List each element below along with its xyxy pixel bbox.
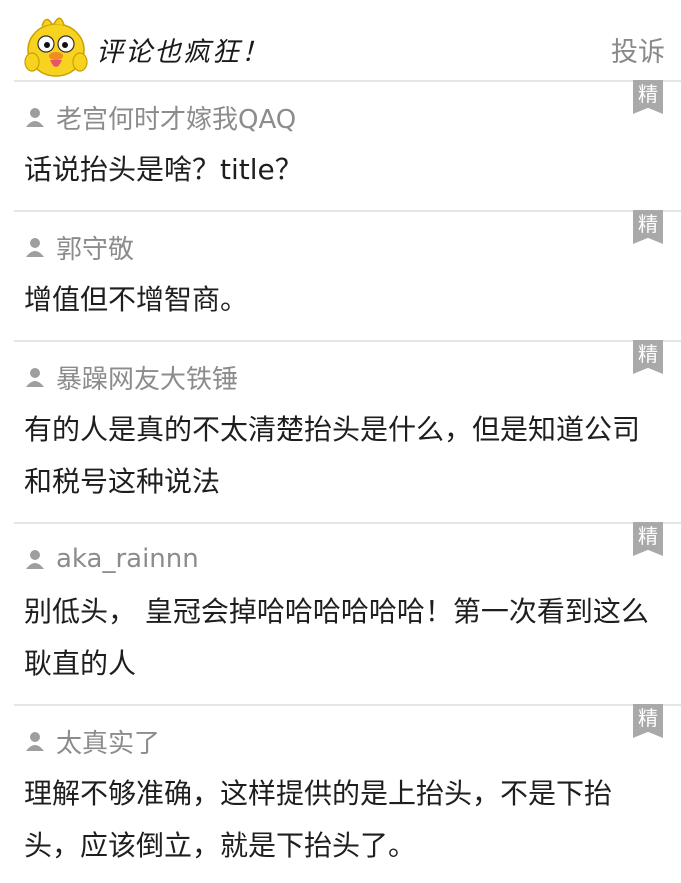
comment-text: 话说抬头是啥？title？ — [24, 153, 303, 186]
header-title: 评论也疯狂！ — [96, 37, 270, 68]
user-icon — [26, 238, 44, 257]
user-icon — [26, 732, 44, 751]
comment-author[interactable]: 郭守敬 — [56, 229, 134, 266]
comment-author[interactable]: 太真实了 — [56, 723, 160, 760]
yellow-chick-mascot-icon — [24, 17, 88, 77]
featured-badge: 精 — [633, 704, 663, 738]
featured-badge: 精 — [633, 210, 663, 244]
user-icon — [26, 368, 44, 387]
comment-item: 精 老宫何时才嫁我QAQ 话说抬头是啥？title？ — [14, 80, 681, 212]
comment-text: 有的人是真的不太清楚抬头是什么，但是知道公司和税号这种说法 — [24, 413, 641, 498]
comment-item: 精 aka_rainnn 别低头， 皇冠会掉哈哈哈哈哈哈！第一次看到这么耿直的人 — [14, 522, 681, 706]
comment-item: 精 郭守敬 增值但不增智商。 — [14, 210, 681, 342]
comment-text: 增值但不增智商。 — [24, 283, 249, 316]
comment-text: 别低头， 皇冠会掉哈哈哈哈哈哈！第一次看到这么耿直的人 — [24, 595, 649, 680]
comment-author-row: 太真实了 — [24, 723, 160, 760]
comment-author[interactable]: 老宫何时才嫁我QAQ — [56, 99, 296, 136]
comment-author[interactable]: 暴躁网友大铁锤 — [56, 359, 238, 396]
comment-author-row: aka_rainnn — [24, 542, 199, 576]
comment-item: 精 太真实了 理解不够准确，这样提供的是上抬头，不是下抬头，应该倒立，就是下抬头… — [14, 704, 681, 883]
comments-header: 评论也疯狂！ 投诉 — [0, 0, 681, 80]
comment-author-row: 暴躁网友大铁锤 — [24, 359, 238, 396]
user-icon — [26, 550, 44, 569]
comment-author-row: 郭守敬 — [24, 229, 134, 266]
featured-badge: 精 — [633, 80, 663, 114]
comment-text: 理解不够准确，这样提供的是上抬头，不是下抬头，应该倒立，就是下抬头了。 — [24, 777, 613, 862]
comment-author-row: 老宫何时才嫁我QAQ — [24, 99, 296, 136]
featured-badge: 精 — [633, 522, 663, 556]
comment-author[interactable]: aka_rainnn — [56, 544, 199, 574]
report-link[interactable]: 投诉 — [611, 30, 665, 69]
user-icon — [26, 108, 44, 127]
featured-badge: 精 — [633, 340, 663, 374]
comment-item: 精 暴躁网友大铁锤 有的人是真的不太清楚抬头是什么，但是知道公司和税号这种说法 — [14, 340, 681, 524]
